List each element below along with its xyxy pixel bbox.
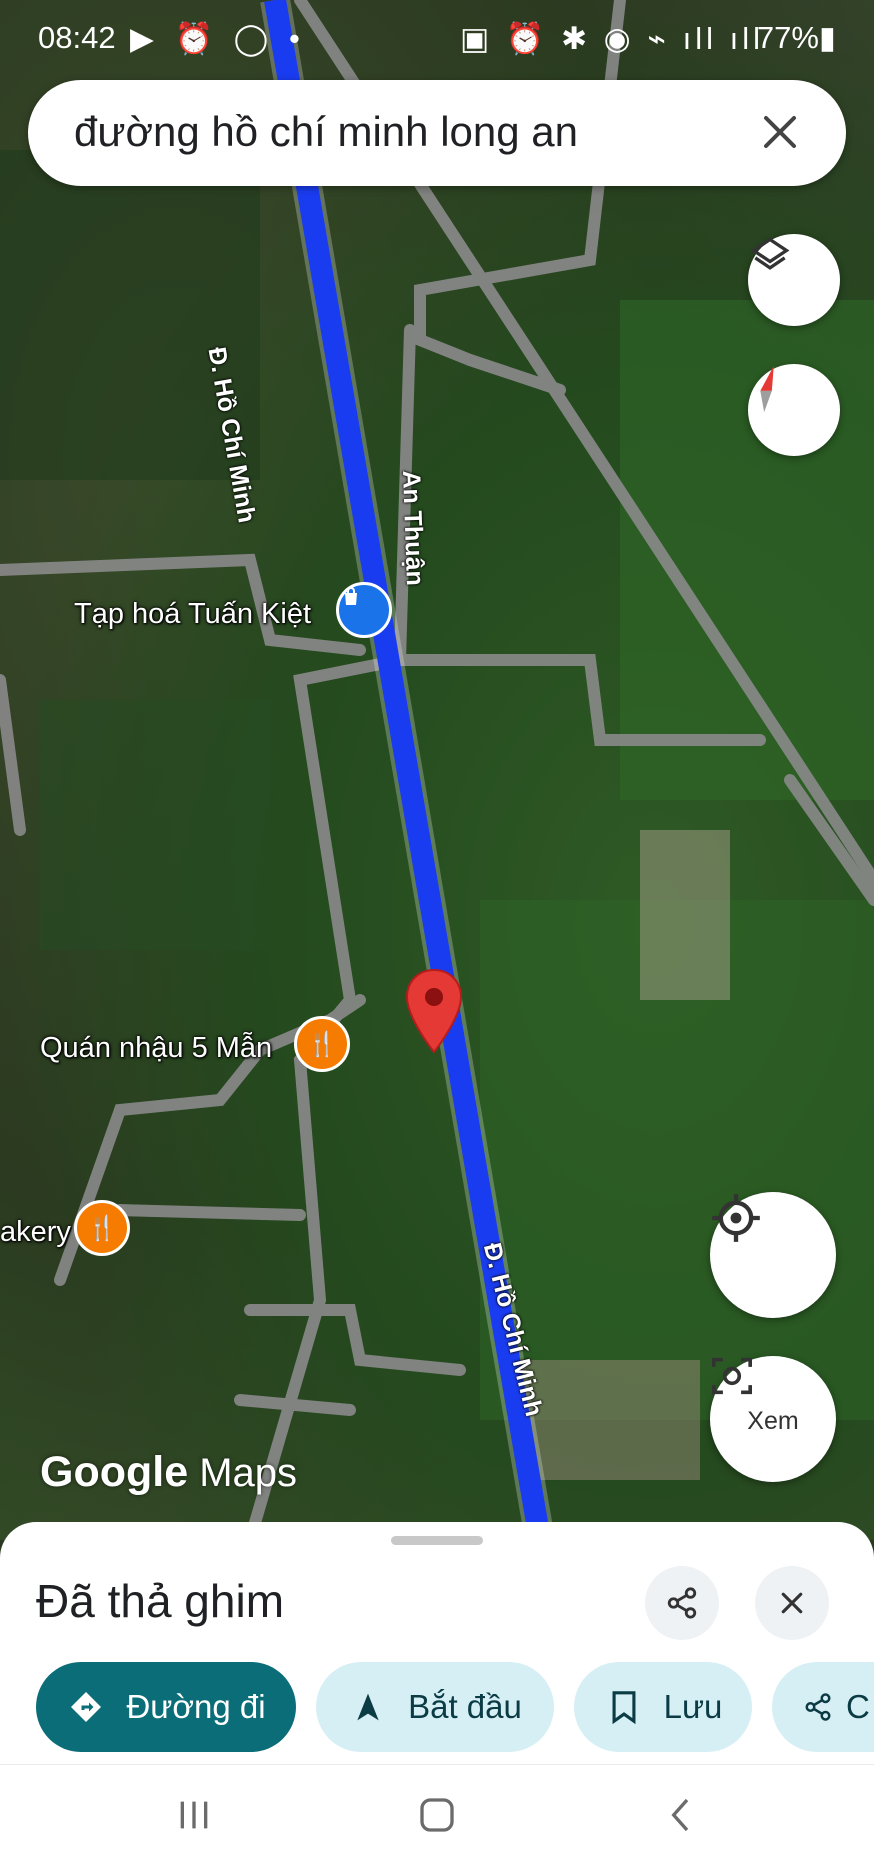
- xem-label: Xem: [747, 1406, 799, 1435]
- drag-handle[interactable]: [391, 1536, 483, 1545]
- notification-icons: ▶ ⏰ ◯ •: [130, 21, 306, 56]
- recents-icon: [180, 1801, 208, 1829]
- bottom-sheet[interactable]: Đã thả ghim Đường đi Bắt đầu Lưu C: [0, 1522, 874, 1764]
- home-button[interactable]: [417, 1795, 457, 1845]
- map-view[interactable]: Đ. Hồ Chí Minh An Thuận Đ. Hồ Chí Minh T…: [0, 0, 874, 1540]
- directions-button[interactable]: Đường đi: [36, 1662, 296, 1752]
- camera-lens-icon: [712, 1357, 752, 1395]
- place-label[interactable]: akery: [0, 1216, 71, 1249]
- directions-label: Đường đi: [126, 1688, 266, 1725]
- share-chip-button[interactable]: C: [772, 1662, 874, 1752]
- share-button[interactable]: [645, 1566, 719, 1640]
- layers-icon: [750, 237, 790, 270]
- bookmark-icon: [604, 1687, 644, 1727]
- navigation-arrow-icon: [348, 1687, 388, 1727]
- restaurant-icon[interactable]: 🍴: [294, 1016, 350, 1072]
- battery-indicator: 77%▮: [756, 20, 836, 55]
- back-icon: [671, 1798, 689, 1832]
- search-bar[interactable]: đường hồ chí minh long an: [28, 80, 846, 186]
- shopping-bag-icon[interactable]: [336, 582, 392, 638]
- status-bar: 08:42 ▶ ⏰ ◯ • ▣ ⏰ ✱ ◉ ⌁ ıll ıll 77%▮: [0, 0, 874, 78]
- save-label: Lưu: [663, 1688, 723, 1725]
- recent-apps-button[interactable]: [174, 1795, 214, 1845]
- close-icon: [764, 116, 796, 148]
- xem-button[interactable]: Xem: [710, 1356, 836, 1482]
- search-query[interactable]: đường hồ chí minh long an: [74, 108, 578, 156]
- restaurant-icon[interactable]: 🍴: [74, 1200, 130, 1256]
- sheet-title: Đã thả ghim: [36, 1575, 285, 1627]
- start-label: Bắt đầu: [408, 1688, 522, 1725]
- place-label[interactable]: Tạp hoá Tuấn Kiệt: [74, 598, 311, 631]
- home-icon: [420, 1798, 454, 1832]
- clear-search-button[interactable]: [748, 100, 812, 164]
- start-button[interactable]: Bắt đầu: [316, 1662, 554, 1752]
- system-nav-bar: [0, 1764, 874, 1875]
- layers-button[interactable]: [748, 234, 840, 326]
- dropped-pin-icon[interactable]: [405, 968, 463, 1054]
- close-sheet-button[interactable]: [755, 1566, 829, 1640]
- google-maps-logo: Google Maps: [40, 1448, 298, 1496]
- close-icon: [781, 1592, 803, 1614]
- compass-icon: [760, 365, 774, 413]
- save-button[interactable]: Lưu: [574, 1662, 752, 1752]
- crosshair-icon: [712, 1194, 760, 1242]
- share-icon: [667, 1587, 697, 1619]
- my-location-button[interactable]: [710, 1192, 836, 1318]
- place-label[interactable]: Quán nhậu 5 Mẫn: [40, 1032, 272, 1065]
- share-chip-label: C: [846, 1688, 870, 1725]
- back-button[interactable]: [662, 1795, 702, 1845]
- directions-icon: [66, 1687, 106, 1727]
- compass-button[interactable]: [748, 364, 840, 456]
- share-icon: [798, 1687, 838, 1727]
- system-icons: ▣ ⏰ ✱ ◉ ⌁ ıll ıll: [459, 21, 764, 56]
- road-label: An Thuận: [397, 470, 430, 587]
- clock: 08:42: [38, 20, 116, 55]
